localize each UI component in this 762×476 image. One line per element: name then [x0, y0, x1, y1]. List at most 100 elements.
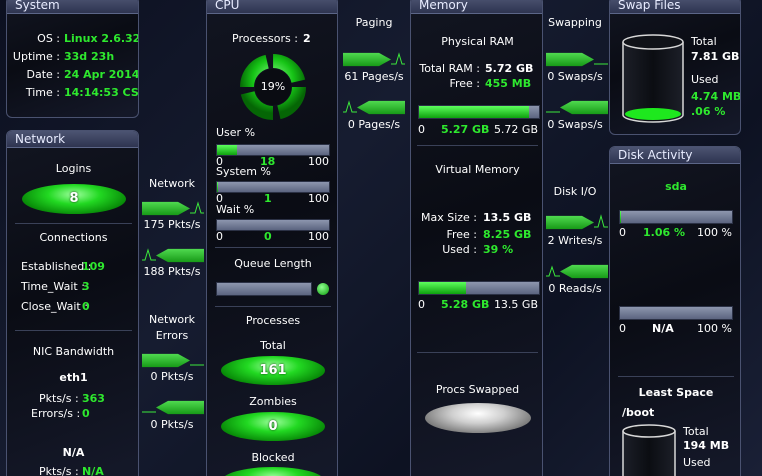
procs-swapped-label: Procs Swapped [435, 383, 520, 396]
least-space-mount: /boot [622, 406, 655, 419]
wait-max: 100 [308, 230, 329, 243]
disk-activity-panel-title: Disk Activity [610, 147, 740, 164]
time-label: Time : [25, 86, 60, 99]
network-panel: Network Logins 8 Connections Established… [6, 130, 139, 476]
swap-total-value: 7.81 GB [691, 50, 740, 63]
network-errors-out-rate: 0 Pkts/s [150, 418, 194, 431]
physical-ram-label: Physical RAM [441, 35, 514, 48]
network-out-arrow [142, 246, 204, 265]
physical-ram-used: 5.27 GB [441, 123, 490, 136]
swap-used-value: 4.74 MB [691, 90, 741, 103]
least-total-value: 194 MB [683, 439, 730, 452]
system-max: 100 [308, 192, 329, 205]
network-in-arrow [142, 199, 204, 218]
swap-files-panel-title: Swap Files [610, 0, 740, 14]
least-total-label: Total [683, 425, 709, 438]
processors-value: 2 [303, 32, 311, 45]
nic2-pkts-value: N/A [82, 465, 104, 476]
disk-writes-rate: 2 Writes/s [547, 234, 603, 247]
uptime-value: 33d 23h [64, 50, 115, 63]
divider [15, 223, 132, 224]
swapping-title: Swapping [548, 16, 602, 29]
paging-title: Paging [355, 16, 393, 29]
paging-in-arrow [343, 50, 405, 69]
nic2-pkts-label: Pkts/s : [39, 465, 79, 476]
virtual-memory-bar-fill [419, 282, 466, 294]
divider [618, 376, 734, 377]
time-wait-value: 3 [82, 280, 90, 293]
max-size-value: 13.5 GB [483, 211, 532, 224]
virtual-memory-used: 5.28 GB [441, 298, 490, 311]
logins-label: Logins [55, 162, 92, 175]
disk-writes-arrow [546, 213, 608, 232]
disk1-max: 100 % [697, 226, 732, 239]
network-errors-in-rate: 0 Pkts/s [150, 370, 194, 383]
physical-ram-min: 0 [418, 123, 425, 136]
network-errors-out-arrow [142, 398, 204, 417]
swapping-in-arrow [546, 50, 608, 69]
divider [15, 330, 132, 331]
established-value: 109 [82, 260, 105, 273]
network-flow-title: Network [149, 177, 195, 190]
processes-label: Processes [245, 314, 301, 327]
network-in-rate: 175 Pkts/s [143, 218, 201, 231]
disk2-value: N/A [652, 322, 674, 335]
queue-length-bar [216, 282, 312, 296]
user-bar-fill [217, 145, 238, 155]
nic2-name: N/A [62, 446, 85, 459]
memory-panel: Memory Physical RAM Total RAM : 5.72 GB … [410, 0, 543, 476]
system-bar-fill [217, 182, 219, 192]
swap-files-cylinder [622, 34, 684, 123]
divider [417, 352, 538, 353]
close-wait-label: Close_Wait : [21, 300, 88, 313]
disk2-max: 100 % [697, 322, 732, 335]
network-out-rate: 188 Pkts/s [143, 265, 201, 278]
swapping-in-rate: 0 Swaps/s [547, 70, 603, 83]
cpu-panel: CPU Processors : 2 19% User % 0 18 100 S… [206, 0, 338, 476]
uptime-label: Uptime : [12, 50, 60, 63]
network-errors-in-arrow [142, 351, 204, 370]
blocked-pill [221, 467, 325, 476]
virtual-memory-max: 13.5 GB [493, 298, 538, 311]
connections-label: Connections [39, 231, 108, 244]
cpu-panel-title: CPU [207, 0, 337, 14]
paging-out-rate: 0 Pages/s [347, 118, 401, 131]
os-label: OS : [37, 32, 60, 45]
disk1-bar-fill [620, 211, 622, 223]
nic1-errors-value: 0 [82, 407, 90, 420]
swapping-out-arrow [546, 98, 608, 117]
disk2-bar [619, 306, 733, 320]
cpu-usage-percent: 19% [260, 80, 286, 93]
system-panel-title: System [7, 0, 138, 14]
swap-total-label: Total [691, 35, 717, 48]
network-panel-title: Network [7, 131, 138, 148]
wait-min: 0 [216, 230, 223, 243]
processors-label: Processors : [232, 32, 298, 45]
virtual-memory-min: 0 [418, 298, 425, 311]
max-size-label: Max Size : [420, 211, 477, 224]
system-label: System % [216, 165, 271, 178]
nic1-pkts-label: Pkts/s : [39, 392, 79, 405]
total-processes-label: Total [260, 339, 286, 352]
disk1-name: sda [665, 180, 687, 193]
physical-ram-bar-fill [419, 106, 530, 118]
free-ram-label: Free : [449, 77, 480, 90]
nic-bandwidth-label: NIC Bandwidth [32, 345, 115, 358]
total-ram-value: 5.72 GB [485, 62, 534, 75]
established-label: Established : [21, 260, 92, 273]
virtual-free-value: 8.25 GB [483, 228, 532, 241]
divider [215, 306, 331, 307]
time-value: 14:14:53 CST [64, 86, 139, 99]
disk-reads-arrow [546, 262, 608, 281]
disk1-value: 1.06 % [643, 226, 685, 239]
user-max: 100 [308, 155, 329, 168]
least-space-cylinder [622, 424, 676, 476]
network-errors-title-2: Errors [155, 329, 189, 342]
nic1-pkts-value: 363 [82, 392, 105, 405]
time-wait-label: Time_Wait : [21, 280, 85, 293]
total-ram-label: Total RAM : [419, 62, 480, 75]
paging-out-arrow [343, 98, 405, 117]
user-label: User % [216, 126, 256, 139]
zombies-label: Zombies [249, 395, 297, 408]
disk1-bar [619, 210, 733, 224]
